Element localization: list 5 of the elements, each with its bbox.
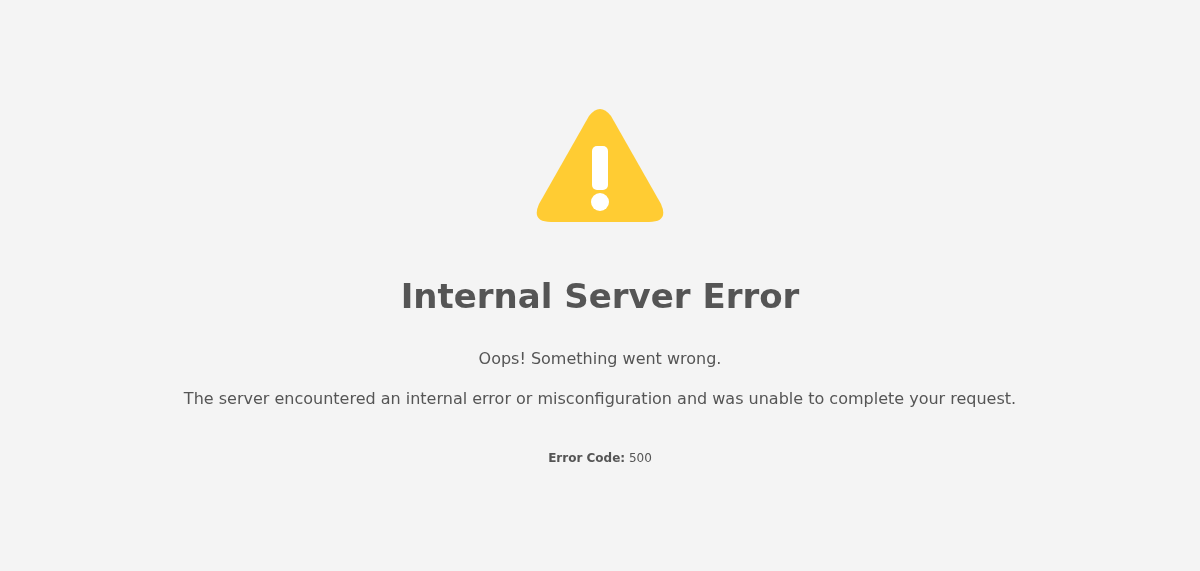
error-code-text: Error Code: 500 [548,449,652,467]
error-message: The server encountered an internal error or misconfiguration and was unable to complete your request. [183,387,1017,410]
subtitle-text: Oops! Something went wrong. [478,347,722,370]
page-title: Internal Server Error [400,276,800,317]
warning-icon [535,108,665,225]
